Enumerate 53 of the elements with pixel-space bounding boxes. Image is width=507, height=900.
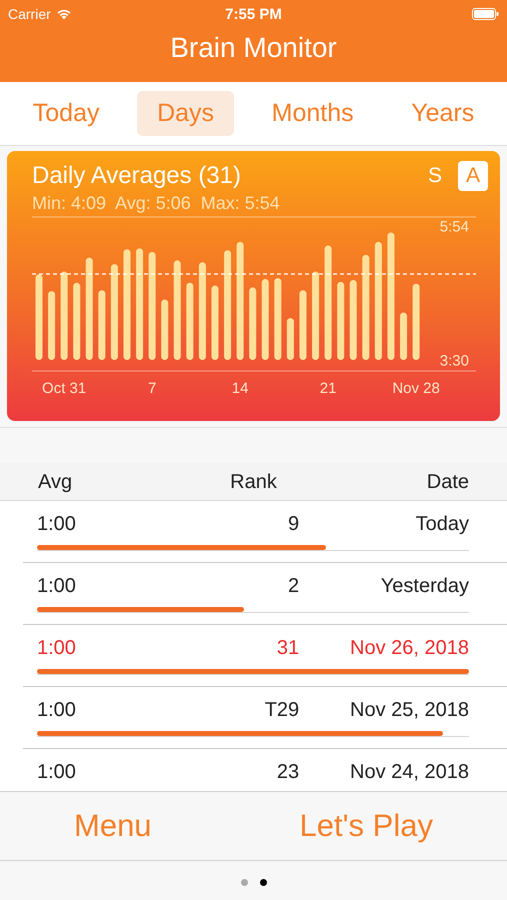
avg-cell-text: 1:00 xyxy=(37,698,77,722)
footer-button[interactable]: Menu xyxy=(68,807,158,845)
table-row[interactable]: 1:00 31 Nov 26, 2018 xyxy=(23,625,507,687)
period-tab[interactable]: Days xyxy=(137,91,234,136)
x-tick-label: 7 xyxy=(148,380,156,397)
x-tick-label: Oct 31 xyxy=(42,380,86,397)
table-row[interactable]: 1:00 9 Today xyxy=(23,501,507,563)
rank-cell-text: 31 xyxy=(276,636,300,660)
avg-cell-text: 1:00 xyxy=(37,512,77,536)
y-tick-label: 5:54 xyxy=(440,218,469,236)
avg-cell-text: 1:00 xyxy=(37,761,77,784)
rank-cell-text: T29 xyxy=(264,698,300,722)
status-time: 7:55 PM xyxy=(225,6,282,22)
chart-bar xyxy=(299,290,306,360)
scale-toggle[interactable]: A xyxy=(458,161,488,191)
rank-cell-text: 23 xyxy=(276,761,300,784)
carrier-label: Carrier xyxy=(8,6,51,22)
page-dot[interactable] xyxy=(240,879,248,886)
avg-cell-text: 1:00 xyxy=(37,574,77,598)
x-tick-label: Nov 28 xyxy=(392,380,440,397)
wifi-icon xyxy=(56,8,72,20)
x-tick-label: 21 xyxy=(320,380,336,397)
date-cell-text: Nov 25, 2018 xyxy=(349,698,470,722)
date-cell-text: Nov 26, 2018 xyxy=(349,636,470,660)
table-row[interactable]: 1:00 2 Yesterday xyxy=(23,563,507,625)
date-cell-text: Today xyxy=(414,512,470,536)
app-title: Brain Monitor xyxy=(169,32,338,64)
rank-cell-text: 9 xyxy=(287,512,300,536)
period-tab[interactable]: Years xyxy=(391,91,494,136)
footer-button[interactable]: Let's Play xyxy=(294,807,439,845)
chart-bar xyxy=(400,312,408,360)
date-cell-text: Nov 24, 2018 xyxy=(349,761,470,784)
table-row[interactable]: 1:00 23 Nov 24, 2018 xyxy=(23,749,507,791)
table-row[interactable]: 1:00 T29 Nov 25, 2018 xyxy=(23,687,507,749)
chart-title: Daily Averages (31) xyxy=(32,162,241,190)
column-header: Date xyxy=(426,471,470,494)
avg-cell-text: 1:00 xyxy=(37,636,77,660)
period-tab[interactable]: Months xyxy=(252,91,374,136)
x-tick-label: 14 xyxy=(232,380,248,397)
page-dot[interactable] xyxy=(260,879,266,886)
column-header: Rank xyxy=(229,471,278,494)
date-cell-text: Yesterday xyxy=(380,574,470,598)
column-header: Avg xyxy=(38,471,74,494)
chart-bar xyxy=(48,291,56,360)
rank-cell-text: 2 xyxy=(287,574,300,598)
period-tab[interactable]: Today xyxy=(12,91,120,136)
chart-summary: Min: 4:09 Avg: 5:06 Max: 5:54 xyxy=(31,192,281,214)
battery-icon xyxy=(472,8,499,20)
chart-bar xyxy=(286,318,294,360)
scale-toggle[interactable]: S xyxy=(420,161,450,191)
chart-bar xyxy=(98,290,106,360)
chart-bar xyxy=(161,300,168,360)
y-tick-label: 3:30 xyxy=(440,352,469,370)
